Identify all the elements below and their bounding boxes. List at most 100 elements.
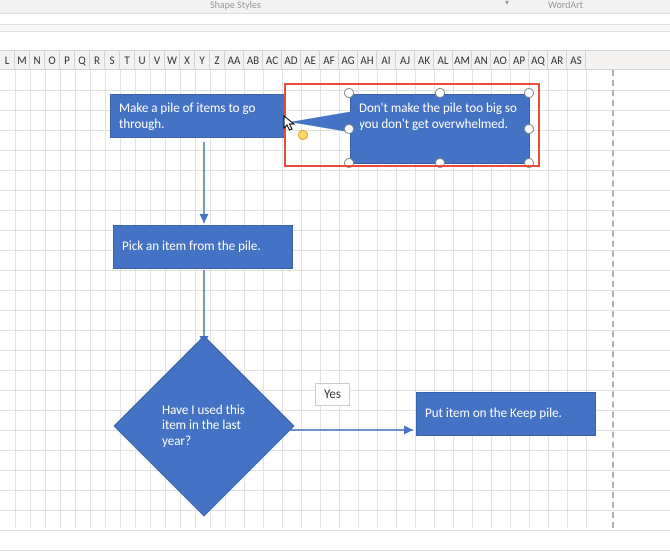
column-header-AP[interactable]: AP (510, 51, 529, 69)
column-header-V[interactable]: V (150, 51, 165, 69)
page-break-line (612, 70, 614, 528)
selection-handle-s[interactable] (435, 158, 445, 168)
ribbon-groups-bar: Shape Styles ▾ WordArt (0, 0, 670, 14)
flow-step-pick-item[interactable]: Pick an item from the pile. (113, 225, 293, 269)
selection-handle-w[interactable] (344, 124, 354, 134)
grid-row-line (0, 330, 670, 331)
grid-row-line (0, 310, 670, 311)
grid-row-line (0, 350, 670, 351)
grid-row-line (0, 370, 670, 371)
selection-handle-se[interactable] (524, 158, 534, 168)
grid-col-line (120, 70, 121, 528)
column-header-N[interactable]: N (30, 51, 45, 69)
column-header-AD[interactable]: AD (282, 51, 301, 69)
column-header-AK[interactable]: AK (415, 51, 434, 69)
flow-connectors (0, 70, 670, 528)
column-header-Y[interactable]: Y (195, 51, 210, 69)
callout-shape-selected[interactable]: Don't make the pile too big so you don't… (350, 94, 530, 164)
grid-row-line (0, 150, 670, 151)
flow-step-make-pile[interactable]: Make a pile of items to go through. (110, 94, 285, 138)
yes-text: Yes (324, 387, 341, 402)
flow-step-text: Pick an item from the pile. (122, 239, 261, 255)
grid-row-line (0, 510, 670, 511)
flow-decision-text: Have I used this item in the last year? (140, 362, 268, 490)
column-header-AR[interactable]: AR (548, 51, 567, 69)
column-header-M[interactable]: M (15, 51, 30, 69)
column-header-AH[interactable]: AH (358, 51, 377, 69)
column-header-AI[interactable]: AI (377, 51, 396, 69)
column-header-Z[interactable]: Z (210, 51, 225, 69)
callout-text: Don't make the pile too big so you don't… (359, 101, 517, 132)
grid-row-line (0, 470, 670, 471)
selection-handle-e[interactable] (524, 124, 534, 134)
grid-col-line (30, 70, 31, 528)
grid-col-line (320, 70, 321, 528)
column-header-AA[interactable]: AA (225, 51, 244, 69)
column-header-R[interactable]: R (90, 51, 105, 69)
column-header-AB[interactable]: AB (244, 51, 263, 69)
grid-col-line (45, 70, 46, 528)
callout-body[interactable]: Don't make the pile too big so you don't… (350, 94, 530, 164)
column-header-AE[interactable]: AE (301, 51, 320, 69)
column-header-AG[interactable]: AG (339, 51, 358, 69)
grid-row-line (0, 170, 670, 171)
grid-row-line (0, 250, 670, 251)
grid-col-line (567, 70, 568, 528)
dialog-launcher-icon[interactable]: ▾ (505, 0, 509, 8)
selection-handle-sw[interactable] (344, 158, 354, 168)
decision-label: Have I used this item in the last year? (162, 403, 246, 450)
grid-row-line (0, 270, 670, 271)
column-header-AL[interactable]: AL (434, 51, 453, 69)
grid-col-line (339, 70, 340, 528)
column-header-AO[interactable]: AO (491, 51, 510, 69)
grid-col-line (282, 70, 283, 528)
grid-col-line (105, 70, 106, 528)
ribbon-group-shape-styles: Shape Styles (210, 0, 261, 11)
formula-bar-collapsed[interactable] (0, 24, 670, 32)
grid-row-line (0, 210, 670, 211)
grid-col-line (548, 70, 549, 528)
flow-step-text: Put item on the Keep pile. (425, 406, 562, 422)
header-spacer (0, 32, 670, 50)
selection-handle-n[interactable] (435, 88, 445, 98)
column-header-AC[interactable]: AC (263, 51, 282, 69)
grid-row-line (0, 450, 670, 451)
column-header-AF[interactable]: AF (320, 51, 339, 69)
grid-col-line (75, 70, 76, 528)
column-header-L[interactable]: L (0, 51, 15, 69)
grid-row-line (0, 230, 670, 231)
column-header-P[interactable]: P (60, 51, 75, 69)
column-header-T[interactable]: T (120, 51, 135, 69)
column-header-U[interactable]: U (135, 51, 150, 69)
column-header-X[interactable]: X (180, 51, 195, 69)
grid-row-line (0, 190, 670, 191)
column-header-O[interactable]: O (45, 51, 60, 69)
grid-col-line (135, 70, 136, 528)
flow-edge-label-yes[interactable]: Yes (315, 383, 350, 406)
grid-row-line (0, 490, 670, 491)
grid-row-line (0, 290, 670, 291)
ribbon-spacer (0, 14, 670, 24)
worksheet-grid[interactable]: Make a pile of items to go through. Don'… (0, 70, 670, 528)
column-header-AN[interactable]: AN (472, 51, 491, 69)
grid-col-line (15, 70, 16, 528)
adjustment-handle[interactable] (298, 130, 308, 140)
selection-handle-nw[interactable] (344, 88, 354, 98)
grid-col-line (90, 70, 91, 528)
flow-step-keep-pile[interactable]: Put item on the Keep pile. (416, 392, 596, 436)
flow-step-text: Make a pile of items to go through. (119, 101, 255, 132)
column-header-AS[interactable]: AS (567, 51, 586, 69)
column-header-W[interactable]: W (165, 51, 180, 69)
grid-row-line (0, 530, 670, 531)
column-header-AQ[interactable]: AQ (529, 51, 548, 69)
column-headers[interactable]: LMNOPQRSTUVWXYZAAABACADAEAFAGAHAIAJAKALA… (0, 50, 670, 70)
ribbon-group-wordart: WordArt (548, 0, 583, 11)
grid-col-line (586, 70, 587, 528)
column-header-Q[interactable]: Q (75, 51, 90, 69)
column-header-AM[interactable]: AM (453, 51, 472, 69)
column-header-AJ[interactable]: AJ (396, 51, 415, 69)
grid-col-line (60, 70, 61, 528)
flow-decision-used-item[interactable]: Have I used this item in the last year? (140, 362, 268, 490)
column-header-S[interactable]: S (105, 51, 120, 69)
selection-handle-ne[interactable] (524, 88, 534, 98)
